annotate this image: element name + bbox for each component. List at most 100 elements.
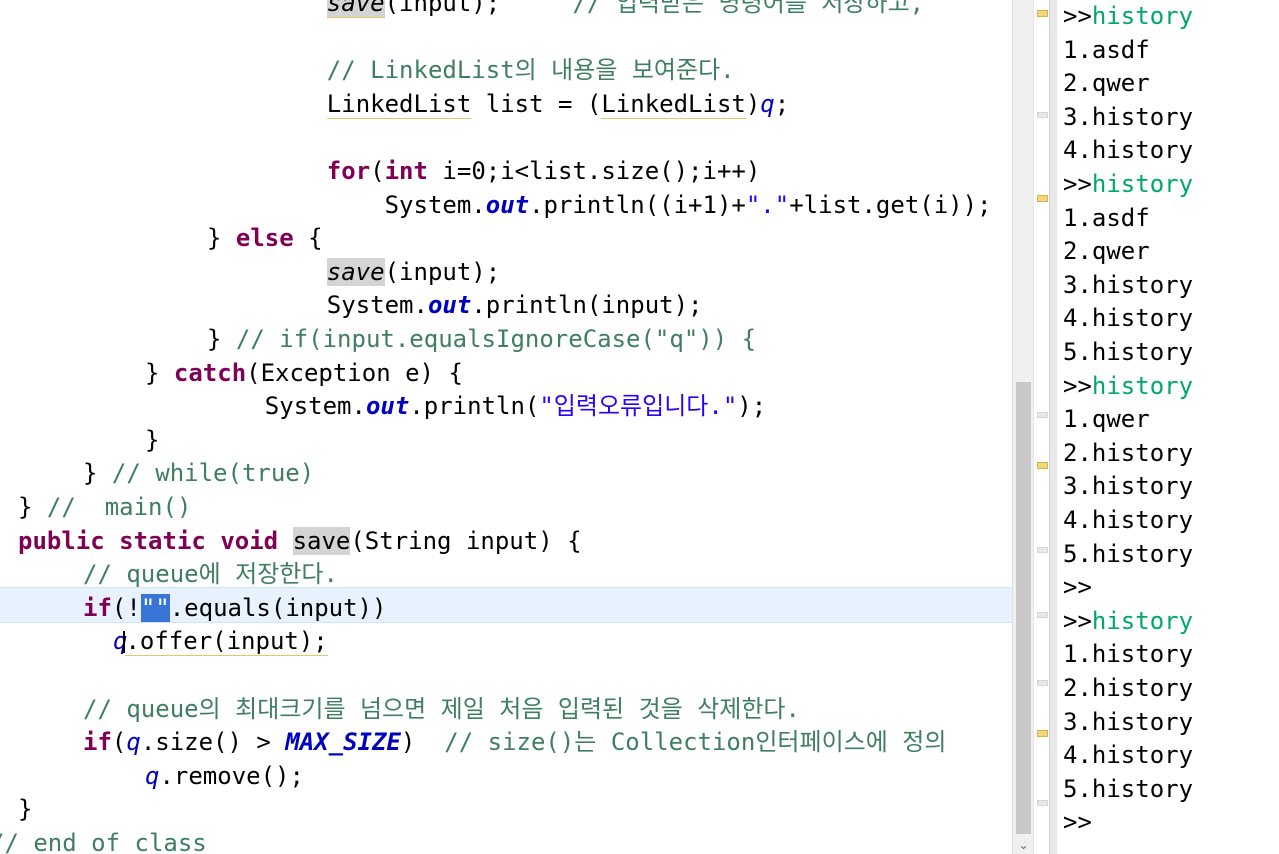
code-token: (String input) { — [350, 526, 582, 555]
code-token: } — [18, 493, 47, 521]
console-line: 2.history — [1063, 672, 1193, 706]
code-line[interactable]: if(q.size() > MAX_SIZE) // size()는 Colle… — [83, 726, 946, 760]
code-token: save — [292, 526, 351, 555]
console-input: history — [1091, 170, 1194, 198]
code-line[interactable]: save(input); // 입력받은 명령어를 저장하고, — [269, 0, 924, 21]
console-line: 2.history — [1063, 437, 1193, 471]
code-token: .println((i+1)+ — [529, 190, 746, 219]
code-token: list = ( — [471, 89, 602, 118]
console-line: 4.history — [1063, 504, 1193, 538]
console-output-text: 4.history — [1063, 741, 1194, 770]
code-token: .size() > — [140, 728, 286, 757]
code-line[interactable]: System.out.println(input); — [269, 289, 703, 323]
console-line: 2.qwer — [1063, 67, 1150, 101]
console-line: >>history — [1063, 605, 1193, 639]
console-output-text: 3.history — [1063, 102, 1194, 131]
code-line[interactable]: } — [145, 424, 159, 458]
console-line: >>history — [1063, 370, 1193, 404]
code-line[interactable]: if(!"".equals(input)) — [83, 592, 386, 626]
code-token: .remove(); — [159, 761, 304, 790]
code-token: (input); — [384, 0, 573, 17]
code-token: // LinkedList의 내용을 보여준다. — [326, 56, 735, 85]
warning-marker[interactable] — [1037, 462, 1048, 469]
occurrence-marker[interactable] — [1037, 547, 1048, 553]
code-line[interactable]: System.out.println((i+1)+"."+list.get(i)… — [269, 189, 992, 223]
warning-marker[interactable] — [1037, 730, 1048, 737]
console-line: 5.history — [1063, 773, 1193, 807]
code-line[interactable]: // end of class — [0, 827, 207, 854]
console-line: 3.history — [1063, 269, 1193, 303]
console-line: 4.history — [1063, 739, 1193, 773]
code-token: // if(input.equalsIgnoreCase("q")) { — [235, 325, 757, 353]
code-line[interactable]: q.offer(input); — [113, 625, 328, 659]
code-token: out — [485, 190, 530, 219]
code-token: else — [235, 224, 294, 253]
console-line: 3.history — [1063, 706, 1193, 740]
console-output-text: 5.history — [1063, 338, 1194, 366]
console-output-text: 2.qwer — [1063, 237, 1150, 266]
code-token: ) — [400, 728, 445, 757]
code-line[interactable]: } — [18, 793, 32, 827]
console-line: 1.asdf — [1063, 202, 1150, 236]
overview-ruler[interactable] — [1033, 0, 1050, 854]
code-line[interactable]: System.out.println("입력오류입니다."); — [207, 390, 766, 424]
code-line[interactable]: q.remove(); — [145, 760, 304, 794]
code-token: { — [293, 224, 323, 253]
code-editor[interactable]: save(input); // 입력받은 명령어를 저장하고, // Linke… — [0, 0, 1012, 854]
console-line: 5.history — [1063, 538, 1193, 572]
code-token: if — [83, 728, 112, 757]
code-token: // main() — [46, 493, 192, 521]
console-output-text: 4.history — [1063, 304, 1194, 333]
code-line[interactable]: // LinkedList의 내용을 보여준다. — [269, 54, 735, 88]
console-output-text: 1.asdf — [1063, 203, 1150, 232]
console-output-text: 2.history — [1063, 438, 1194, 467]
code-token: // 입력받은 명령어를 저장하고, — [572, 0, 925, 17]
code-line[interactable]: } catch(Exception e) { — [145, 357, 463, 391]
code-token: q — [145, 761, 160, 790]
code-token: System. — [269, 291, 428, 320]
console-output-text: 1.history — [1063, 640, 1194, 669]
console-output-text: 3.history — [1063, 472, 1194, 501]
code-token: "" — [140, 593, 170, 622]
code-line[interactable]: // queue의 최대크기를 넘으면 제일 처음 입력된 것을 삭제한다. — [83, 693, 800, 727]
scrollbar-thumb[interactable] — [1016, 382, 1031, 834]
code-line[interactable]: save(input); — [269, 256, 500, 290]
code-line[interactable]: for(int i=0;i<list.size();i++) — [269, 155, 761, 189]
code-token: LinkedList — [326, 89, 472, 119]
scroll-down-arrow-icon[interactable]: ⌄ — [1013, 836, 1034, 854]
code-token: ; — [774, 89, 790, 118]
code-token: for — [326, 157, 371, 185]
warning-marker[interactable] — [1037, 10, 1048, 17]
console-output-text: 1.asdf — [1063, 35, 1150, 64]
code-line[interactable]: } // main() — [18, 491, 191, 525]
console-prompt: >> — [1063, 371, 1092, 400]
occurrence-marker[interactable] — [1037, 612, 1048, 618]
console-output[interactable]: >>history 1.asdf 2.qwer 3.history 4.history >… — [1057, 0, 1279, 854]
code-token: if — [83, 593, 112, 622]
code-line[interactable]: LinkedList list = (LinkedList)q; — [269, 88, 789, 122]
console-prompt: >> — [1063, 808, 1092, 837]
occurrence-marker[interactable] — [1037, 112, 1048, 118]
code-token: // while(true) — [111, 459, 315, 488]
console-prompt: >> — [1063, 170, 1092, 198]
occurrence-marker[interactable] — [1037, 800, 1048, 806]
code-token: } — [145, 425, 160, 454]
editor-vertical-scrollbar[interactable]: ⌄ — [1012, 0, 1034, 854]
code-token: public — [18, 526, 105, 555]
code-token: (Exception e) { — [246, 358, 463, 387]
occurrence-marker[interactable] — [1037, 412, 1048, 418]
console-output-text: 5.history — [1063, 539, 1194, 568]
console-output-text: 1.qwer — [1063, 405, 1150, 434]
code-line[interactable]: } else { — [207, 222, 323, 256]
code-line[interactable]: public static void save(String input) { — [18, 525, 582, 559]
code-line[interactable]: // queue에 저장한다. — [83, 558, 338, 592]
console-input: history — [1091, 2, 1194, 30]
occurrence-marker[interactable] — [1037, 680, 1048, 686]
console-line: >>history — [1063, 0, 1193, 34]
code-line[interactable]: } // if(input.equalsIgnoreCase("q")) { — [207, 323, 756, 357]
warning-marker[interactable] — [1037, 195, 1048, 202]
code-line[interactable]: } // while(true) — [83, 457, 314, 491]
